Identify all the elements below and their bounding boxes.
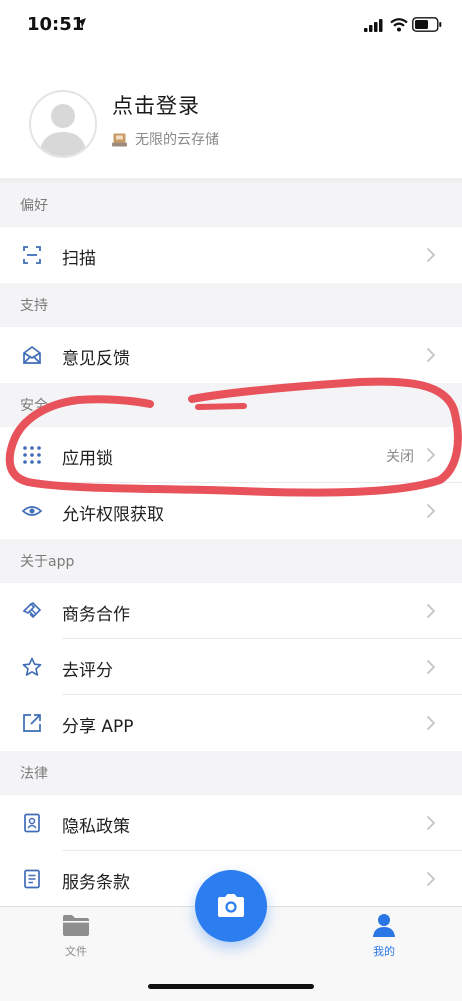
cellular-signal-icon <box>364 19 383 32</box>
scan-icon <box>23 246 41 264</box>
section-header-about: 关于app <box>0 539 462 583</box>
rate-label: 去评分 <box>62 661 113 681</box>
chevron-right-icon <box>426 871 436 887</box>
chevron-right-icon <box>426 347 436 363</box>
section-header-support: 支持 <box>0 283 462 327</box>
location-arrow-icon <box>76 18 86 28</box>
business-label: 商务合作 <box>62 605 130 625</box>
list-item-privacy[interactable]: 隐私政策 <box>0 795 462 851</box>
list-item-scan[interactable]: 扫描 <box>0 227 462 283</box>
chevron-right-icon <box>426 815 436 831</box>
home-indicator <box>148 984 314 989</box>
chevron-right-icon <box>426 659 436 675</box>
app-lock-status: 关闭 <box>386 449 414 465</box>
avatar[interactable] <box>29 90 97 158</box>
storage-subtitle-text: 无限的云存储 <box>135 132 219 148</box>
chevron-right-icon <box>426 715 436 731</box>
app-lock-label: 应用锁 <box>62 449 113 469</box>
default-user-icon <box>39 104 87 156</box>
cloud-storage-icon <box>112 133 127 147</box>
document-icon <box>24 869 40 889</box>
keypad-icon <box>23 446 41 464</box>
tab-me[interactable]: 我的 <box>354 913 414 959</box>
mail-open-icon <box>23 345 41 364</box>
list-item-permissions[interactable]: 允许权限获取 <box>0 483 462 539</box>
list-item-feedback[interactable]: 意见反馈 <box>0 327 462 383</box>
chevron-right-icon <box>426 247 436 263</box>
permissions-label: 允许权限获取 <box>62 505 164 525</box>
status-bar: 10:51 <box>0 0 462 56</box>
scan-label: 扫描 <box>62 249 96 269</box>
star-icon <box>22 657 42 676</box>
folder-icon <box>63 915 89 936</box>
list-item-rate[interactable]: 去评分 <box>0 639 462 695</box>
profile-header[interactable]: 点击登录 无限的云存储 <box>0 56 462 178</box>
share-icon <box>23 714 41 732</box>
camera-icon <box>218 894 244 917</box>
list-item-share[interactable]: 分享 APP <box>0 695 462 751</box>
terms-label: 服务条款 <box>62 873 130 893</box>
storage-subtitle: 无限的云存储 <box>112 129 219 149</box>
tab-me-label: 我的 <box>373 945 395 958</box>
handshake-icon <box>22 601 42 619</box>
person-icon <box>373 914 395 937</box>
chevron-right-icon <box>426 447 436 463</box>
id-card-icon <box>24 813 40 833</box>
section-header-security: 安全 <box>0 383 462 427</box>
share-label: 分享 APP <box>62 717 134 737</box>
chevron-right-icon <box>426 503 436 519</box>
privacy-label: 隐私政策 <box>62 817 130 837</box>
tab-files[interactable]: 文件 <box>46 913 106 959</box>
battery-icon <box>412 17 442 32</box>
list-item-business[interactable]: 商务合作 <box>0 583 462 639</box>
tab-files-label: 文件 <box>65 945 87 958</box>
section-header-legal: 法律 <box>0 751 462 795</box>
list-item-app-lock[interactable]: 应用锁 关闭 <box>0 427 462 483</box>
camera-button[interactable] <box>195 870 267 942</box>
chevron-right-icon <box>426 603 436 619</box>
login-prompt[interactable]: 点击登录 <box>112 90 200 120</box>
feedback-label: 意见反馈 <box>62 349 130 369</box>
eye-icon <box>22 506 42 516</box>
wifi-icon <box>390 18 408 32</box>
section-header-preferences: 偏好 <box>0 183 462 227</box>
